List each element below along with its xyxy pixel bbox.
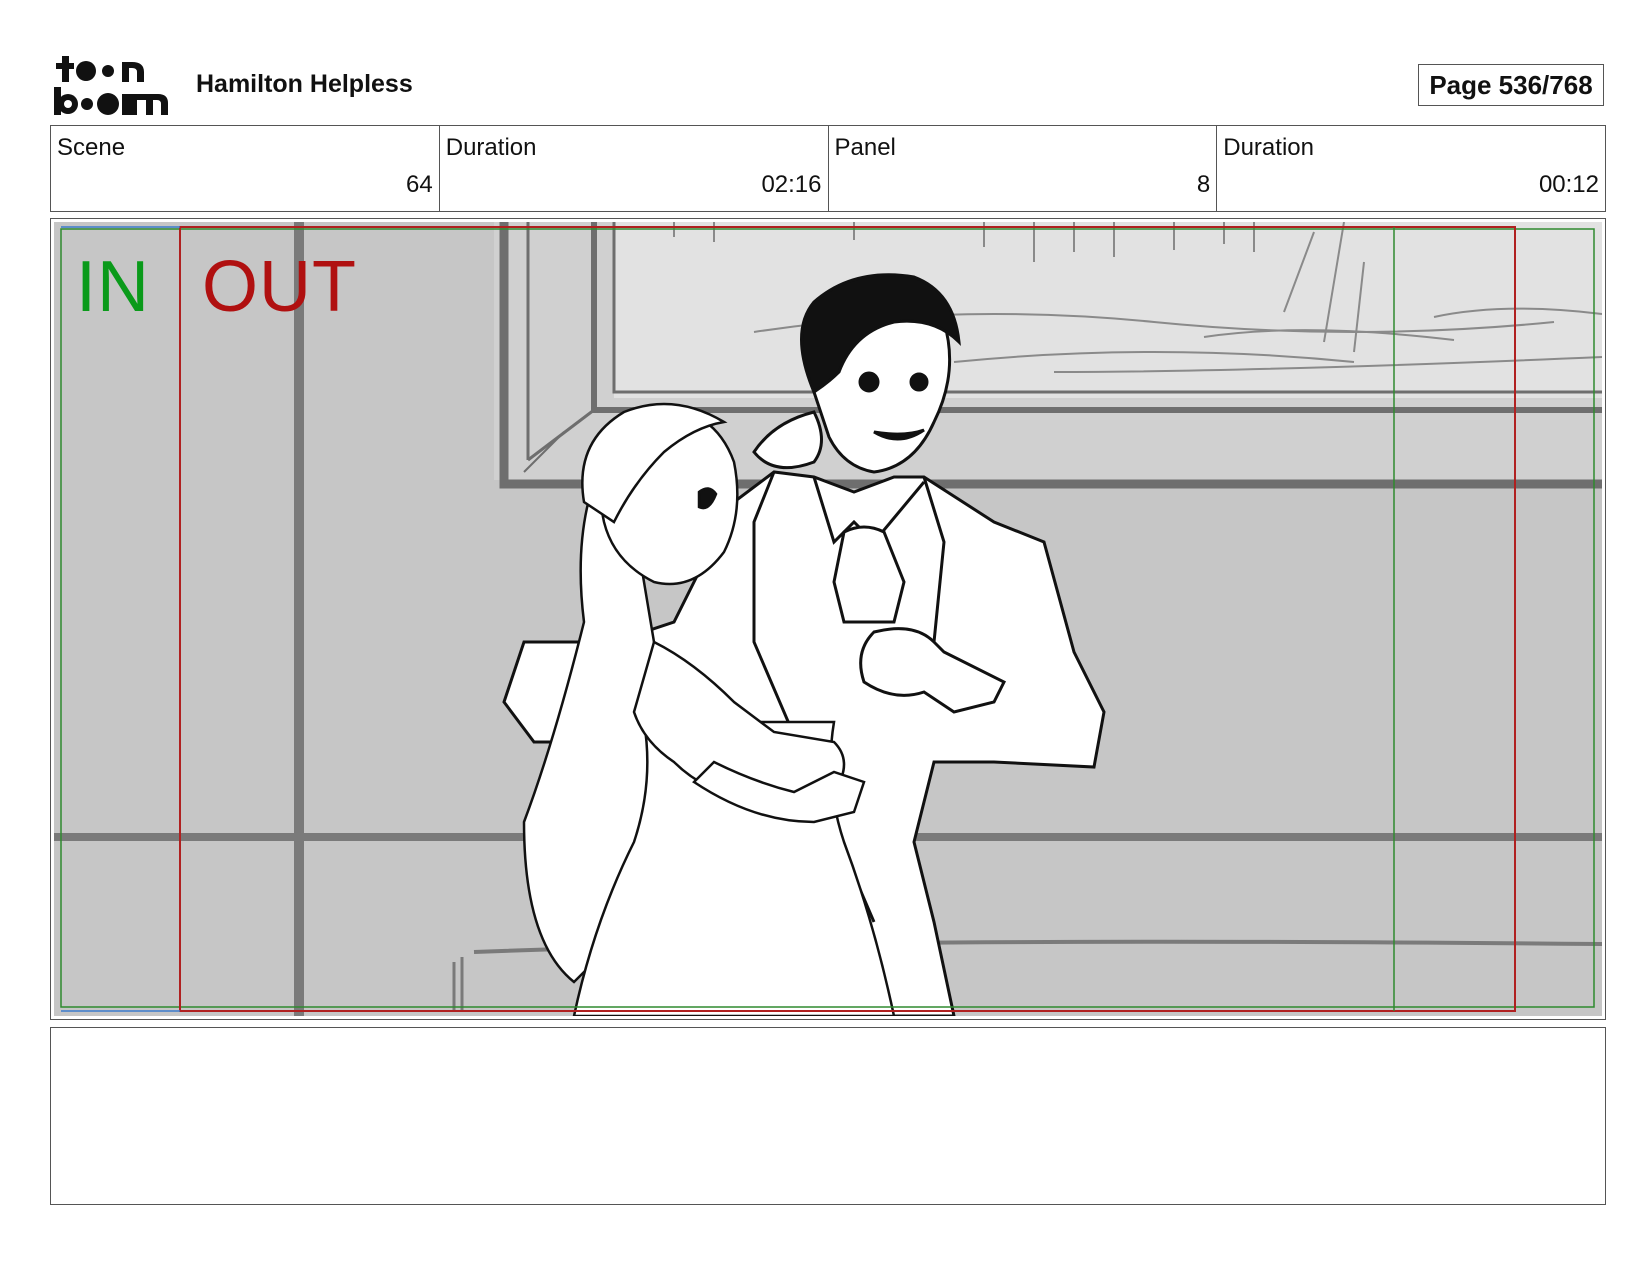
panel-notes[interactable]: [50, 1027, 1606, 1205]
panel-label: Panel: [834, 134, 896, 161]
toon-boom-logo: [54, 56, 168, 115]
page-number: Page 536/768: [1418, 64, 1604, 106]
panel-drawing: [54, 222, 1602, 1016]
project-title: Hamilton Helpless: [196, 70, 413, 98]
panel-cell: Panel 8: [829, 126, 1218, 211]
in-field-label: IN: [76, 247, 150, 327]
scene-cell: Scene 64: [51, 126, 440, 211]
info-bar: Scene 64 Duration 02:16 Panel 8 Duration…: [50, 125, 1606, 212]
panel-value: 8: [1196, 171, 1211, 198]
panel-duration-value: 00:12: [1538, 171, 1599, 198]
scene-value: 64: [406, 171, 433, 198]
scene-label: Scene: [57, 134, 126, 161]
storyboard-panel: [50, 218, 1606, 1020]
panel-duration-label: Duration: [1223, 134, 1314, 161]
scene-duration-value: 02:16: [761, 171, 822, 198]
panel-duration-cell: Duration 00:12: [1217, 126, 1605, 211]
scene-duration-cell: Duration 02:16: [440, 126, 829, 211]
out-field-label: OUT: [202, 247, 357, 327]
scene-duration-label: Duration: [445, 134, 537, 161]
